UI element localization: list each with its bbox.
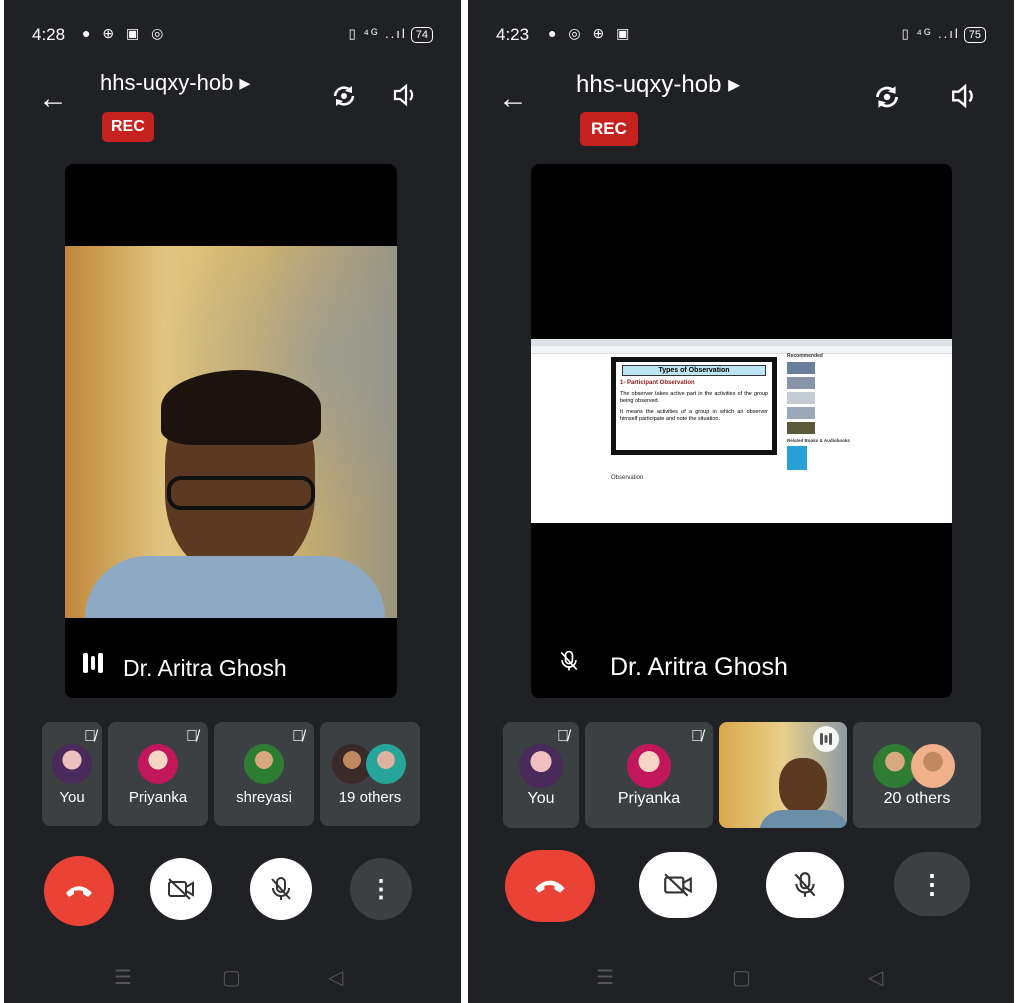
- rec-badge: REC: [580, 112, 638, 146]
- mic-off-icon: 🎙̸: [691, 728, 703, 745]
- signal-icons: ▯ ⁴ᴳ ..ıl 75: [902, 26, 986, 43]
- mic-toggle-button[interactable]: [766, 852, 844, 918]
- main-video-tile[interactable]: Types of Observation 1- Participant Obse…: [531, 164, 952, 698]
- video-off-icon: [168, 878, 194, 900]
- status-bar: 4:23 ● ◎ ⊕ ▣ ▯ ⁴ᴳ ..ıl 75: [468, 18, 1014, 54]
- meeting-title[interactable]: hhs-uqxy-hob ▸: [100, 70, 250, 96]
- menu-nav-icon[interactable]: ☰: [596, 965, 614, 990]
- mic-off-icon: 🎙̸: [186, 728, 198, 745]
- recommended-title: Recommended: [787, 353, 823, 359]
- camera-toggle-button[interactable]: [150, 858, 212, 920]
- participant-tile-shreyasi[interactable]: 🎙̸ shreyasi: [214, 722, 314, 826]
- participant-tile-you[interactable]: 🎙̸ You: [42, 722, 102, 826]
- battery-level: 75: [963, 27, 986, 43]
- end-call-button[interactable]: [505, 850, 595, 922]
- main-video-tile[interactable]: Dr. Aritra Ghosh: [65, 164, 397, 698]
- person-hair: [161, 370, 321, 445]
- end-call-button[interactable]: [44, 856, 114, 926]
- slide-bullet-1: The observer takes active part in the ac…: [620, 391, 768, 404]
- participant-tile-others[interactable]: 20 others: [853, 722, 981, 828]
- camera-toggle-button[interactable]: [639, 852, 717, 918]
- more-vert-icon: ⋮: [919, 868, 945, 899]
- mic-off-icon: [794, 872, 816, 897]
- switch-camera-icon[interactable]: [330, 82, 358, 117]
- slide: Types of Observation 1- Participant Obse…: [611, 357, 777, 455]
- avatar-shreyasi: [244, 744, 284, 784]
- rec-badge: REC: [102, 112, 154, 142]
- phone-screen-right: 4:23 ● ◎ ⊕ ▣ ▯ ⁴ᴳ ..ıl 75 ← hhs-uqxy-hob …: [468, 0, 1014, 1003]
- participant-name: You: [59, 789, 85, 806]
- speaker-icon[interactable]: [392, 82, 418, 115]
- speaking-indicator-icon: [813, 726, 839, 757]
- phone-hangup-icon: [66, 886, 92, 897]
- avatar-you: [52, 744, 92, 784]
- participant-tile-others[interactable]: 19 others: [320, 722, 420, 826]
- home-nav-icon[interactable]: ▢: [222, 965, 241, 990]
- meeting-title[interactable]: hhs-uqxy-hob ▸: [576, 70, 740, 99]
- home-nav-icon[interactable]: ▢: [732, 965, 751, 990]
- more-vert-icon: ⋮: [369, 875, 393, 903]
- back-nav-icon[interactable]: ◁: [868, 965, 883, 990]
- avatar-priyanka: [138, 744, 178, 784]
- participant-tile-priyanka[interactable]: 🎙̸ Priyanka: [108, 722, 208, 826]
- more-options-button[interactable]: ⋮: [894, 852, 970, 916]
- more-options-button[interactable]: ⋮: [350, 858, 412, 920]
- thumb-person-head: [779, 758, 827, 814]
- person-shirt: [85, 556, 385, 618]
- participant-name: Priyanka: [617, 790, 681, 807]
- speaker-icon[interactable]: [950, 82, 978, 117]
- mic-off-icon: [271, 877, 291, 900]
- battery-level: 74: [410, 27, 433, 43]
- avatar-priyanka: [627, 744, 671, 788]
- participant-tile-video[interactable]: [719, 722, 847, 828]
- signal-icons: ▯ ⁴ᴳ ..ıl 74: [349, 26, 433, 43]
- slide-bullet-2: It means the activities of a group in wh…: [620, 409, 768, 422]
- shared-screen: Types of Observation 1- Participant Obse…: [531, 339, 952, 523]
- browser-address-bar: [531, 346, 952, 354]
- participant-tile-you[interactable]: 🎙̸ You: [503, 722, 579, 828]
- mic-off-icon: 🎙̸: [292, 728, 304, 745]
- status-time: 4:23: [496, 25, 530, 44]
- avatar-other-2: [366, 744, 406, 784]
- mic-off-icon: 🎙̸: [557, 728, 569, 745]
- switch-camera-icon[interactable]: [872, 82, 902, 119]
- video-off-icon: [664, 873, 692, 897]
- avatar-you: [519, 744, 563, 788]
- slide-title: Types of Observation: [622, 365, 766, 376]
- thumb-person-shirt: [759, 810, 847, 828]
- participant-count: 19 others: [338, 789, 402, 806]
- menu-nav-icon[interactable]: ☰: [114, 965, 132, 990]
- speaking-indicator-icon: [81, 651, 105, 680]
- notification-icons: ● ⊕ ▣ ◎: [82, 25, 168, 41]
- related-books-title: Related Books & Audiobooks: [787, 438, 850, 443]
- recommended-sidebar: Recommended Related Books & Audiobooks: [787, 353, 869, 518]
- mic-off-icon: 🎙̸: [84, 728, 96, 745]
- glasses: [167, 476, 315, 510]
- phone-screen-left: 4:28 ● ⊕ ▣ ◎ ▯ ⁴ᴳ ..ıl 74 ← hhs-uqxy-hob …: [4, 0, 461, 1003]
- mic-off-icon: [557, 649, 581, 678]
- mic-toggle-button[interactable]: [250, 858, 312, 920]
- phone-hangup-icon: [535, 880, 565, 893]
- participant-name: You: [527, 790, 555, 807]
- participant-name: Priyanka: [128, 789, 188, 806]
- status-bar: 4:28 ● ⊕ ▣ ◎ ▯ ⁴ᴳ ..ıl 74: [4, 18, 461, 54]
- speaker-name: Dr. Aritra Ghosh: [123, 655, 287, 681]
- back-arrow-icon[interactable]: ←: [498, 82, 528, 116]
- avatar-other-2: [911, 744, 955, 788]
- browser-tab-bar: [531, 339, 952, 346]
- status-time: 4:28: [32, 25, 66, 44]
- slide-heading: 1- Participant Observation: [620, 380, 695, 386]
- slide-below-title: Observation: [611, 475, 644, 481]
- back-nav-icon[interactable]: ◁: [328, 965, 343, 990]
- back-arrow-icon[interactable]: ←: [38, 82, 68, 116]
- speaker-name: Dr. Aritra Ghosh: [610, 653, 788, 681]
- notification-icons: ● ◎ ⊕ ▣: [548, 25, 634, 41]
- participant-count: 20 others: [883, 790, 951, 807]
- speaker-video: [65, 246, 397, 618]
- participant-name: shreyasi: [236, 789, 292, 806]
- participant-tile-priyanka[interactable]: 🎙̸ Priyanka: [585, 722, 713, 828]
